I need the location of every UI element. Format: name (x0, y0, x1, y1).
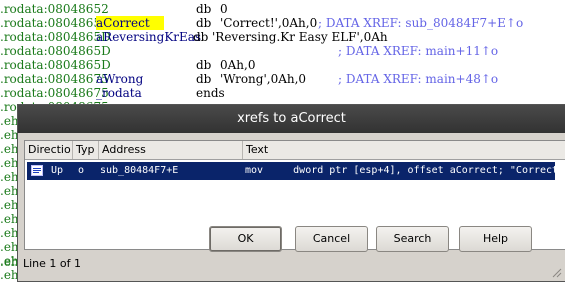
listing-operand: 'Reversing.Kr Easy ELF',0Ah (212, 30, 388, 44)
listing-operand: 0Ah,0 (220, 58, 256, 72)
listing-directive: db (196, 16, 212, 30)
cancel-button[interactable]: Cancel (295, 226, 368, 252)
status-line: Line 1 of 1 (23, 257, 82, 270)
listing-fragment: .eh (0, 212, 19, 226)
listing-address: .rodata:0804865D (0, 58, 111, 72)
xrefs-dialog: xrefs to aCorrect Directio Typ Address T… (18, 105, 565, 281)
dialog-title: xrefs to aCorrect (237, 111, 346, 126)
row-address: sub_80484F7+E (100, 165, 179, 176)
listing-fragment: .eh (0, 142, 19, 156)
column-header-address[interactable]: Address (99, 141, 243, 159)
column-header-text[interactable]: Text (243, 141, 565, 159)
listing-address: .rodata:08048675 (0, 86, 109, 100)
listing-fragment: .eh (0, 114, 19, 128)
listing-comment[interactable]: ; DATA XREF: main+48↑o (338, 72, 498, 86)
listing-symbol-name[interactable]: aReversingKrEas (96, 30, 201, 44)
listing-operand: 0 (220, 2, 228, 16)
listing-address: .rodata:0804865D (0, 44, 111, 58)
listing-address: .rodata:08048653 (0, 16, 109, 30)
row-text: mov dword ptr [esp+4], offset aCorrect; … (245, 165, 565, 176)
column-header-direction[interactable]: Directio (25, 141, 73, 159)
listing-symbol-name[interactable]: aCorrect (96, 16, 164, 30)
resize-grip-icon[interactable] (550, 266, 562, 278)
listing-address: .rodata:0804865D (0, 30, 111, 44)
listing-fragment: .eh (0, 198, 19, 212)
row-type: o (78, 165, 85, 176)
listing-fragment: .eh (0, 156, 19, 170)
listing-comment[interactable]: ; DATA XREF: main+11↑o (338, 44, 498, 58)
table-row[interactable]: Up o sub_80484F7+E mov dword ptr [esp+4]… (27, 162, 565, 180)
dialog-titlebar[interactable]: xrefs to aCorrect (18, 105, 565, 133)
listing-address: .rodata:08048675 (0, 72, 109, 86)
listing-directive: db (196, 2, 212, 16)
help-button[interactable]: Help (459, 226, 532, 252)
search-button[interactable]: Search (376, 226, 449, 252)
listing-directive: db (193, 30, 209, 44)
listing-directive: ends (196, 86, 225, 100)
table-header: Directio Typ Address Text (25, 141, 565, 160)
listing-operand: 'Wrong',0Ah,0 (220, 72, 307, 86)
listing-operand: 'Correct!',0Ah,0 (220, 16, 318, 30)
ok-button[interactable]: OK (209, 226, 282, 252)
xref-row-icon (31, 165, 43, 176)
column-header-type[interactable]: Typ (73, 141, 99, 159)
listing-fragment: .eh (0, 240, 19, 254)
listing-fragment: .eh (0, 226, 19, 240)
listing-fragment: .eh (0, 170, 19, 184)
listing-directive: db (196, 58, 212, 72)
listing-directive: db (196, 72, 212, 86)
row-direction: Up (51, 165, 64, 176)
listing-fragment: .eh (0, 184, 19, 198)
listing-symbol-name[interactable]: aWrong (96, 72, 143, 86)
listing-address: .rodata:08048652 (0, 2, 109, 16)
listing-symbol-name[interactable]: _rodata (96, 86, 142, 100)
listing-fragment: .eh (0, 128, 19, 142)
listing-comment[interactable]: ; DATA XREF: sub_80484F7+E↑o (318, 16, 523, 30)
